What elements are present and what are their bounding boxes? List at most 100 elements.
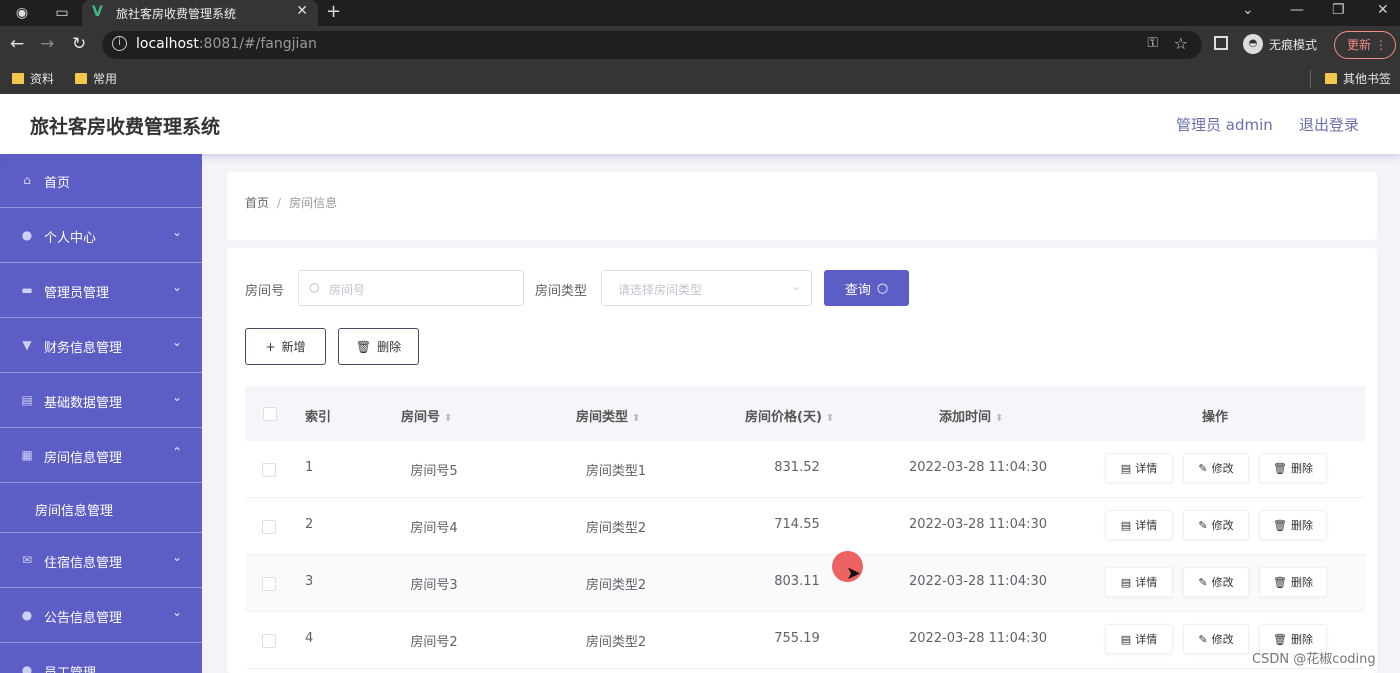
row-delete-button[interactable]: 🗑 删除 bbox=[1259, 567, 1327, 597]
edit-icon: ✎ bbox=[1198, 461, 1208, 475]
close-tab-icon[interactable]: ✕ bbox=[296, 3, 308, 19]
address-bar[interactable]: i localhost:8081/#/fangjian ⚿ ☆ bbox=[102, 31, 1202, 59]
room-no-input[interactable]: ○ 房间号 bbox=[298, 270, 524, 306]
browser-tab-bar: ◉ ▭ V 旅社客房收费管理系统 ✕ + ⌄ — ❐ ✕ bbox=[0, 0, 1400, 26]
room-type-select[interactable]: 请选择房间类型 ⌄ bbox=[601, 270, 812, 306]
edit-button[interactable]: ✎ 修改 bbox=[1183, 567, 1249, 597]
bookmark-folder[interactable]: 资料 bbox=[12, 70, 54, 87]
sidebar-item-basedata[interactable]: ▤ 基础数据管理 ⌄ bbox=[0, 374, 202, 428]
document-icon: ▤ bbox=[1120, 518, 1132, 532]
cell-price: 714.55 bbox=[774, 517, 820, 532]
row-checkbox[interactable] bbox=[262, 577, 276, 591]
trash-icon: 🗑 bbox=[1273, 575, 1287, 589]
search-icon: ○ bbox=[309, 280, 320, 294]
logout-link[interactable]: 退出登录 bbox=[1299, 114, 1359, 135]
cell-index: 4 bbox=[305, 631, 314, 646]
table-row: 4 房间号2 房间类型2 755.19 2022-03-28 11:04:30 … bbox=[245, 612, 1365, 669]
key-icon[interactable]: ⚿ bbox=[1147, 35, 1158, 51]
sidebar-item-rooms[interactable]: ▦ 房间信息管理 ⌃ bbox=[0, 429, 202, 483]
row-checkbox[interactable] bbox=[262, 634, 276, 648]
edit-button[interactable]: ✎ 修改 bbox=[1183, 624, 1249, 654]
col-time[interactable]: 添加时间 ⬍ bbox=[939, 406, 1003, 425]
sidebar-item-lodging[interactable]: ✉ 住宿信息管理 ⌄ bbox=[0, 534, 202, 588]
update-button[interactable]: 更新 ⋮ bbox=[1334, 31, 1396, 59]
select-all-checkbox[interactable] bbox=[263, 407, 277, 421]
sidebar-item-notices[interactable]: ● 公告信息管理 ⌄ bbox=[0, 589, 202, 643]
app-title: 旅社客房收费管理系统 bbox=[30, 116, 221, 138]
sidebar-item-profile[interactable]: ● 个人中心 ⌄ bbox=[0, 209, 202, 263]
sidebar-item-home[interactable]: ⌂ 首页 bbox=[0, 154, 202, 208]
breadcrumb: 首页 / 房间信息 bbox=[245, 196, 338, 210]
row-delete-button[interactable]: 🗑 删除 bbox=[1259, 510, 1327, 540]
table-row: 3 房间号3 房间类型2 803.11 2022-03-28 11:04:30 … bbox=[245, 555, 1365, 612]
detail-button[interactable]: ▤ 详情 bbox=[1105, 453, 1173, 483]
cell-time: 2022-03-28 11:04:30 bbox=[908, 574, 1048, 589]
minimize-icon[interactable]: — bbox=[1290, 2, 1304, 18]
row-checkbox[interactable] bbox=[262, 520, 276, 534]
trash-icon: 🗑 bbox=[355, 339, 372, 354]
cell-index: 3 bbox=[305, 574, 314, 589]
cell-time: 2022-03-28 11:04:30 bbox=[908, 631, 1048, 646]
cell-room-type: 房间类型2 bbox=[585, 578, 647, 593]
tab-search-icon[interactable]: ⌄ bbox=[1242, 2, 1254, 18]
col-room-type[interactable]: 房间类型 ⬍ bbox=[576, 406, 640, 425]
col-price[interactable]: 房间价格(天) ⬍ bbox=[745, 406, 834, 425]
delete-button[interactable]: 🗑 删除 bbox=[338, 328, 419, 365]
forward-icon[interactable]: → bbox=[40, 34, 54, 54]
sidebar-item-finance[interactable]: ▼ 财务信息管理 ⌄ bbox=[0, 319, 202, 373]
add-button[interactable]: + 新增 bbox=[245, 328, 326, 365]
browser-tab[interactable]: V 旅社客房收费管理系统 ✕ bbox=[82, 0, 318, 26]
globe-icon[interactable]: ◉ bbox=[12, 3, 32, 23]
cell-room-type: 房间类型2 bbox=[585, 635, 647, 650]
cell-room-no: 房间号2 bbox=[410, 635, 458, 650]
col-index: 索引 bbox=[305, 410, 332, 425]
incognito-icon: ◓ bbox=[1243, 34, 1263, 54]
other-bookmarks[interactable]: 其他书签 bbox=[1325, 70, 1391, 87]
chevron-down-icon: ⌄ bbox=[791, 280, 801, 293]
col-room-no[interactable]: 房间号 ⬍ bbox=[401, 406, 452, 425]
side-panel-icon[interactable] bbox=[1214, 36, 1228, 50]
staff-icon: ● bbox=[21, 663, 33, 673]
detail-button[interactable]: ▤ 详情 bbox=[1105, 567, 1173, 597]
bookmark-folder[interactable]: 常用 bbox=[75, 70, 117, 87]
incognito-label: 无痕模式 bbox=[1269, 37, 1318, 52]
admin-user[interactable]: 管理员 admin bbox=[1176, 114, 1273, 135]
edit-button[interactable]: ✎ 修改 bbox=[1183, 453, 1249, 483]
breadcrumb-home[interactable]: 首页 bbox=[245, 196, 269, 210]
more-icon: ⋮ bbox=[1375, 38, 1387, 52]
cell-index: 1 bbox=[305, 460, 314, 475]
sidebar-item-staff[interactable]: ● 员工管理 bbox=[0, 644, 202, 673]
reload-icon[interactable]: ↻ bbox=[72, 34, 86, 54]
document-icon: ▤ bbox=[1120, 632, 1132, 646]
sidebar-subitem-rooms[interactable]: 房间信息管理 bbox=[0, 483, 202, 533]
restore-icon[interactable]: ❐ bbox=[1332, 2, 1345, 18]
back-icon[interactable]: ← bbox=[10, 34, 24, 54]
home-icon: ⌂ bbox=[23, 173, 31, 187]
chevron-up-icon: ⌃ bbox=[171, 445, 182, 459]
close-window-icon[interactable]: ✕ bbox=[1377, 2, 1389, 18]
trash-icon: 🗑 bbox=[1273, 632, 1287, 646]
mail-icon: ✉ bbox=[21, 553, 33, 567]
sidebar-item-admin[interactable]: ▬ 管理员管理 ⌄ bbox=[0, 264, 202, 318]
site-info-icon[interactable]: i bbox=[112, 36, 127, 51]
bookmark-separator bbox=[1310, 70, 1311, 88]
tab-strip-icon[interactable]: ▭ bbox=[52, 3, 72, 23]
incognito-indicator[interactable]: ◓ 无痕模式 bbox=[1243, 34, 1317, 54]
bookmark-star-icon[interactable]: ☆ bbox=[1174, 34, 1188, 53]
detail-button[interactable]: ▤ 详情 bbox=[1105, 624, 1173, 654]
trash-icon: 🗑 bbox=[1273, 518, 1287, 532]
chevron-down-icon: ⌄ bbox=[171, 605, 182, 619]
vue-logo-icon: V bbox=[92, 4, 103, 20]
folder-icon bbox=[1325, 73, 1337, 84]
new-tab-icon[interactable]: + bbox=[326, 1, 341, 22]
row-delete-button[interactable]: 🗑 删除 bbox=[1259, 453, 1327, 483]
row-checkbox[interactable] bbox=[262, 463, 276, 477]
chevron-down-icon: ⌄ bbox=[171, 390, 182, 404]
edit-icon: ✎ bbox=[1198, 518, 1208, 532]
detail-button[interactable]: ▤ 详情 bbox=[1105, 510, 1173, 540]
sort-icon: ⬍ bbox=[825, 413, 835, 424]
url-text: localhost:8081/#/fangjian bbox=[136, 36, 317, 52]
cell-price: 831.52 bbox=[774, 460, 820, 475]
edit-button[interactable]: ✎ 修改 bbox=[1183, 510, 1249, 540]
query-button[interactable]: 查询 ○ bbox=[824, 270, 909, 306]
